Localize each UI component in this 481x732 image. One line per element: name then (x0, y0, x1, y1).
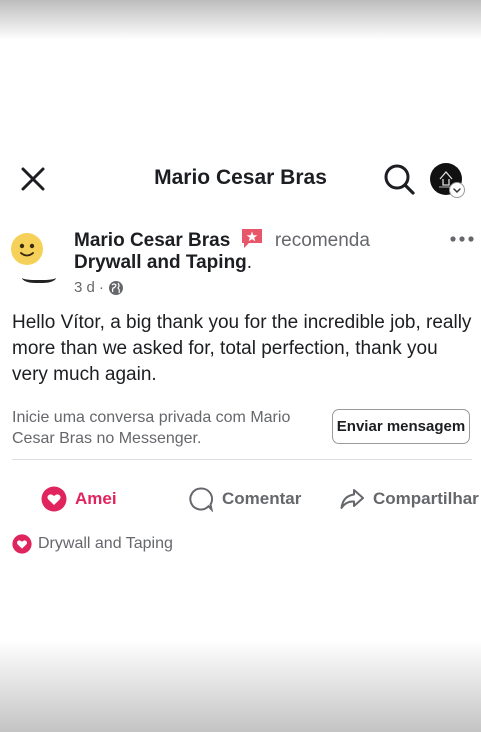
post-actions: Amei Comentar Compartilhar (0, 482, 481, 516)
share-icon (340, 489, 364, 509)
post-meta: 3 d · (74, 279, 124, 296)
share-label: Compartilhar (373, 489, 479, 508)
author-avatar[interactable] (10, 232, 44, 266)
share-button[interactable]: Compartilhar (339, 482, 479, 516)
meta-separator: · (98, 279, 104, 296)
comment-icon (189, 487, 214, 512)
chevron-down-icon (449, 182, 465, 198)
messenger-prompt: Inicie uma conversa privada com Mario Ce… (12, 409, 291, 447)
more-dots-icon (450, 236, 474, 242)
bottom-gradient (0, 640, 481, 732)
comment-label: Comentar (222, 489, 302, 508)
author-name[interactable]: Mario Cesar Bras (74, 230, 230, 251)
search-icon (384, 164, 415, 195)
page-name-link[interactable]: Drywall and Taping (74, 252, 247, 273)
send-message-button[interactable]: Enviar mensagem (332, 409, 470, 444)
page-suffix: . (246, 252, 253, 273)
avatar-underline (22, 270, 56, 283)
globe-icon (108, 280, 123, 295)
recommend-verb: recomenda (274, 230, 370, 251)
heart-reaction-icon (12, 534, 32, 554)
love-button[interactable]: Amei (41, 482, 117, 516)
recommend-badge-icon (240, 227, 264, 255)
reaction-names: Drywall and Taping (38, 535, 173, 552)
header-bar: Mario Cesar Bras (0, 156, 481, 202)
recommended-page-line: Drywall and Taping. (74, 252, 252, 274)
divider (12, 459, 472, 460)
search-button[interactable] (382, 162, 416, 196)
comment-button[interactable]: Comentar (188, 482, 301, 516)
smiley-avatar-icon (11, 233, 43, 265)
heart-reaction-icon (41, 486, 67, 512)
reaction-summary[interactable]: Drywall and Taping (12, 534, 173, 554)
post-text: Hello Vítor, a big thank you for the inc… (12, 312, 472, 385)
profile-avatar[interactable] (430, 163, 465, 198)
more-options-button[interactable] (449, 230, 475, 248)
love-label: Amei (75, 489, 117, 508)
post-time[interactable]: 3 d (74, 279, 95, 296)
top-gradient (0, 0, 481, 40)
post-author-line: Mario Cesar Bras recomenda (74, 227, 370, 255)
